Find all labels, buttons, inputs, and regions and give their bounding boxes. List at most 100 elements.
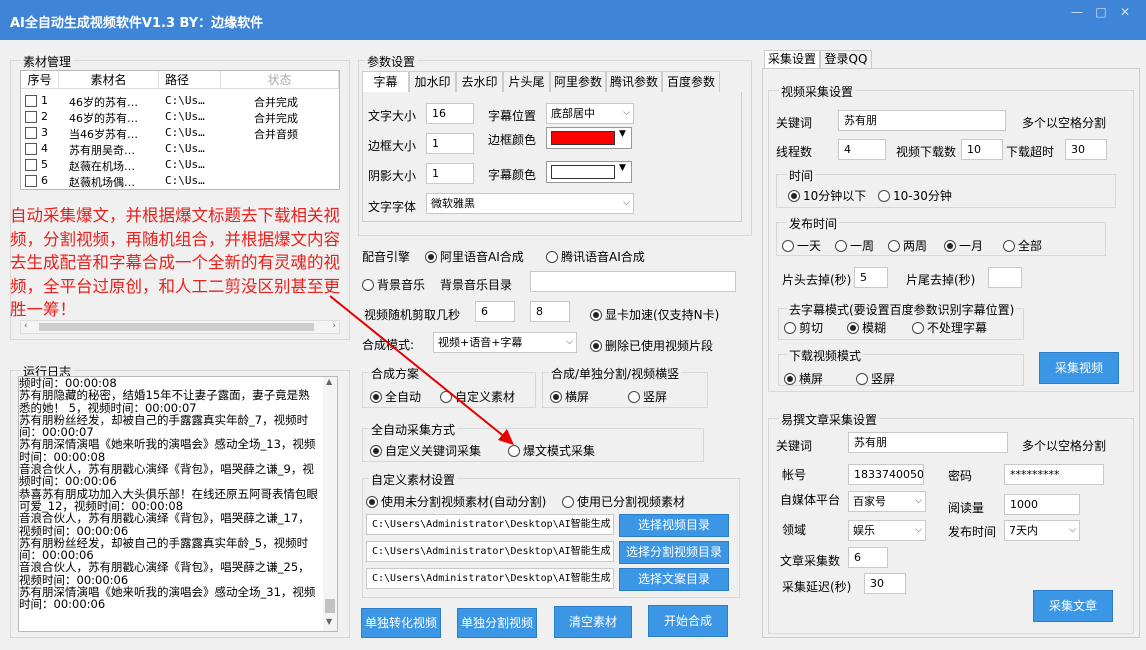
log-textbox[interactable]: 频时间：00:00:08 苏有朋隐藏的秘密，结婚15年不让妻子露面，妻子竟是熟悉…: [18, 376, 338, 632]
close-button[interactable]: ✕: [1114, 3, 1136, 21]
cut-max-input[interactable]: 8: [530, 301, 570, 322]
tab-remove-watermark[interactable]: 去水印: [456, 71, 503, 92]
tencent-voice-radio[interactable]: 腾讯语音AI合成: [546, 248, 645, 265]
tab-collect-settings[interactable]: 采集设置: [764, 50, 820, 69]
ali-voice-radio[interactable]: 阿里语音AI合成: [425, 248, 524, 265]
dlmode-horizontal-radio[interactable]: 横屏: [784, 370, 823, 387]
border-size-label: 边框大小: [368, 139, 417, 153]
table-row[interactable]: 1 46岁的苏有… C:\Us… 合并完成: [21, 93, 339, 109]
table-row[interactable]: 3 当46岁苏有… C:\Us… 合并音频: [21, 125, 339, 141]
platform-label: 自媒体平台: [780, 493, 841, 507]
border-size-input[interactable]: 1: [426, 133, 474, 154]
row-checkbox[interactable]: [25, 111, 37, 123]
bgm-dir-input[interactable]: [530, 271, 736, 292]
tab-baidu-params[interactable]: 百度参数: [662, 71, 720, 92]
scroll-thumb[interactable]: [39, 323, 314, 331]
platform-select[interactable]: 百家号 ⌵: [848, 491, 926, 512]
row-checkbox[interactable]: [25, 95, 37, 107]
use-unsplit-radio[interactable]: 使用未分割视频素材(自动分割): [366, 493, 546, 510]
subremove-cut-radio[interactable]: 剪切: [784, 319, 823, 336]
duration-10to30-label: 10-30分钟: [893, 189, 952, 203]
col-header[interactable]: 素材名: [59, 71, 159, 89]
start-compose-button[interactable]: 开始合成: [648, 605, 728, 637]
download-count-input[interactable]: 10: [961, 139, 1003, 160]
select-split-video-dir-button[interactable]: 选择分割视频目录: [619, 541, 729, 564]
table-scrollbar[interactable]: ‹ ›: [20, 320, 340, 334]
scroll-down-icon[interactable]: ▼: [326, 617, 332, 626]
shadow-size-input[interactable]: 1: [426, 163, 474, 184]
maximize-button[interactable]: □: [1090, 3, 1112, 21]
subremove-blur-radio[interactable]: 模糊: [847, 319, 886, 336]
row-checkbox[interactable]: [25, 175, 37, 187]
use-split-radio[interactable]: 使用已分割视频素材: [562, 493, 685, 510]
table-row[interactable]: 6 赵薇机场偶… C:\Us…: [21, 173, 339, 189]
row-status: 合并完成: [254, 96, 298, 109]
subremove-none-radio[interactable]: 不处理字幕: [912, 319, 987, 336]
article-keyword-input[interactable]: 苏有朋: [848, 432, 1008, 453]
scroll-left-icon[interactable]: ‹: [24, 321, 28, 331]
table-row[interactable]: 2 46岁的苏有… C:\Us… 合并完成: [21, 109, 339, 125]
tab-ali-params[interactable]: 阿里参数: [550, 71, 606, 92]
article-count-input[interactable]: 6: [848, 547, 888, 568]
row-checkbox[interactable]: [25, 127, 37, 139]
col-header[interactable]: 序号: [21, 71, 59, 89]
head-trim-input[interactable]: 5: [854, 267, 888, 288]
collect-article-button[interactable]: 采集文章: [1033, 590, 1113, 622]
video-keyword-input[interactable]: 苏有朋: [838, 110, 1006, 131]
tab-add-watermark[interactable]: 加水印: [409, 71, 456, 92]
subtitle-color-picker[interactable]: ▼: [546, 161, 632, 183]
delete-used-checkbox[interactable]: 删除已使用视频片段: [590, 337, 713, 354]
select-video-dir-button[interactable]: 选择视频目录: [619, 514, 729, 537]
copy-dir-input[interactable]: C:\Users\Administrator\Desktop\AI智能生成: [366, 568, 614, 589]
col-header[interactable]: 路径: [159, 71, 221, 89]
publish-1week-radio[interactable]: 一周: [835, 237, 874, 254]
video-keyword-hint: 多个以空格分割: [1022, 116, 1107, 130]
font-size-label: 文字大小: [368, 109, 417, 123]
table-row[interactable]: 4 苏有朋吴奇… C:\Us…: [21, 141, 339, 157]
field-select[interactable]: 娱乐 ⌵: [848, 520, 926, 541]
material-table[interactable]: 序号 素材名 路径 状态 1 46岁的苏有… C:\Us… 合并完成 2 46岁的苏有……: [20, 70, 340, 190]
font-family-value: 微软雅黑: [431, 197, 475, 210]
gpu-accel-checkbox[interactable]: 显卡加速(仅支持N卡): [590, 306, 719, 323]
table-row[interactable]: 5 赵薇在机场… C:\Us…: [21, 157, 339, 173]
download-timeout-input[interactable]: 30: [1065, 139, 1107, 160]
password-input[interactable]: *********: [1004, 464, 1104, 485]
account-input[interactable]: 18337400500: [848, 464, 924, 485]
row-checkbox[interactable]: [25, 143, 37, 155]
convert-video-button[interactable]: 单独转化视频: [361, 608, 441, 638]
tab-tencent-params[interactable]: 腾讯参数: [606, 71, 662, 92]
article-collect-title: 易撰文章采集设置: [779, 411, 880, 428]
orient-horizontal-radio[interactable]: 横屏: [550, 388, 589, 405]
col-header[interactable]: 状态: [221, 71, 339, 89]
orient-vertical-radio[interactable]: 竖屏: [628, 388, 667, 405]
split-video-dir-input[interactable]: C:\Users\Administrator\Desktop\AI智能生成: [366, 541, 614, 562]
split-video-button[interactable]: 单独分割视频: [457, 608, 537, 638]
minimize-button[interactable]: —: [1066, 3, 1088, 21]
dlmode-vertical-radio[interactable]: 竖屏: [856, 370, 895, 387]
tab-subtitle[interactable]: 字幕: [362, 71, 409, 92]
border-color-picker[interactable]: ▼: [546, 127, 632, 149]
tab-login-qq[interactable]: 登录QQ: [820, 50, 872, 69]
subtitle-position-select[interactable]: 底部居中 ⌵: [546, 103, 634, 124]
clear-material-button[interactable]: 清空素材: [554, 606, 632, 638]
font-family-select[interactable]: 微软雅黑 ⌵: [426, 193, 634, 214]
publish-1day-radio[interactable]: 一天: [782, 237, 821, 254]
tab-intro-outro[interactable]: 片头尾: [503, 71, 550, 92]
collect-video-button[interactable]: 采集视频: [1039, 352, 1119, 384]
duration-under10-radio[interactable]: 10分钟以下: [788, 187, 866, 204]
publish-all-radio[interactable]: 全部: [1003, 237, 1042, 254]
publish-2week-radio[interactable]: 两周: [888, 237, 927, 254]
font-size-input[interactable]: 16: [426, 103, 474, 124]
video-dir-input[interactable]: C:\Users\Administrator\Desktop\AI智能生成: [366, 514, 614, 535]
threads-input[interactable]: 4: [838, 139, 886, 160]
select-copy-dir-button[interactable]: 选择文案目录: [619, 568, 729, 591]
article-pubtime-select[interactable]: 7天内 ⌵: [1004, 520, 1080, 541]
duration-10to30-radio[interactable]: 10-30分钟: [878, 187, 952, 204]
row-checkbox[interactable]: [25, 159, 37, 171]
collect-hot-radio[interactable]: 爆文模式采集: [508, 442, 595, 459]
scroll-thumb[interactable]: [325, 599, 335, 613]
collect-delay-input[interactable]: 30: [864, 573, 906, 594]
tail-trim-input[interactable]: [988, 267, 1022, 288]
read-count-input[interactable]: 1000: [1004, 494, 1080, 515]
publish-1month-radio[interactable]: 一月: [944, 237, 983, 254]
